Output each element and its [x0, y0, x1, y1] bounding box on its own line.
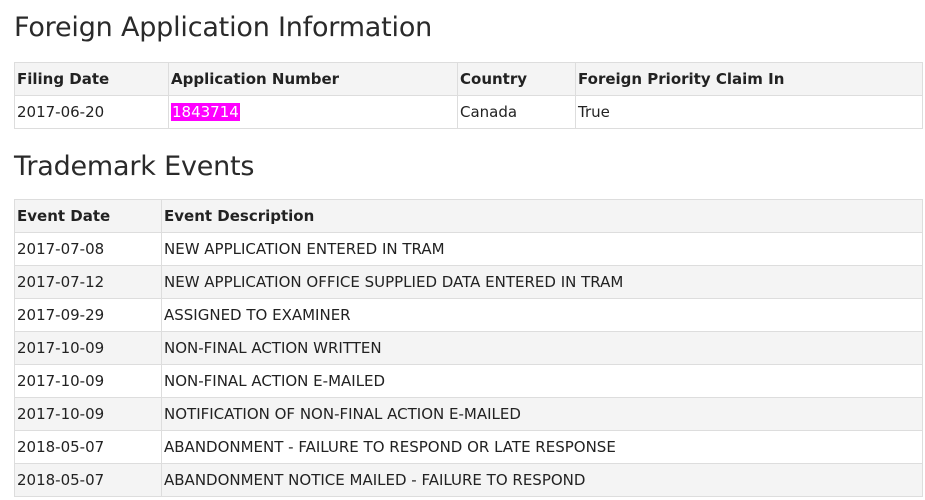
header-foreign-priority-claim: Foreign Priority Claim In [575, 62, 923, 96]
event-row: 2017-10-09 NON-FINAL ACTION WRITTEN [14, 331, 923, 365]
priority-claim-cell: True [575, 95, 923, 129]
event-row: 2017-07-08 NEW APPLICATION ENTERED IN TR… [14, 232, 923, 266]
event-row: 2017-07-12 NEW APPLICATION OFFICE SUPPLI… [14, 265, 923, 299]
header-country: Country [457, 62, 576, 96]
event-row: 2018-05-07 ABANDONMENT - FAILURE TO RESP… [14, 430, 923, 464]
foreign-table-header-row: Filing Date Application Number Country F… [14, 62, 923, 96]
highlighted-application-number: 1843714 [171, 103, 240, 121]
event-date-cell: 2018-05-07 [14, 463, 162, 497]
event-date-cell: 2017-10-09 [14, 331, 162, 365]
event-row: 2017-10-09 NOTIFICATION OF NON-FINAL ACT… [14, 397, 923, 431]
events-table-header-row: Event Date Event Description [14, 199, 923, 233]
event-row: 2017-09-29 ASSIGNED TO EXAMINER [14, 298, 923, 332]
trademark-events-title: Trademark Events [14, 151, 255, 182]
event-description-cell: NEW APPLICATION OFFICE SUPPLIED DATA ENT… [161, 265, 923, 299]
event-description-cell: ABANDONMENT - FAILURE TO RESPOND OR LATE… [161, 430, 923, 464]
header-filing-date: Filing Date [14, 62, 169, 96]
event-date-cell: 2017-10-09 [14, 364, 162, 398]
event-description-cell: NON-FINAL ACTION E-MAILED [161, 364, 923, 398]
event-description-cell: ASSIGNED TO EXAMINER [161, 298, 923, 332]
event-date-cell: 2017-07-08 [14, 232, 162, 266]
filing-date-cell: 2017-06-20 [14, 95, 169, 129]
foreign-table-row: 2017-06-20 1843714 Canada True [14, 95, 923, 129]
application-number-cell: 1843714 [168, 95, 458, 129]
event-description-cell: ABANDONMENT NOTICE MAILED - FAILURE TO R… [161, 463, 923, 497]
header-event-date: Event Date [14, 199, 162, 233]
trademark-events-table: Event Date Event Description 2017-07-08 … [14, 199, 923, 497]
event-description-cell: NON-FINAL ACTION WRITTEN [161, 331, 923, 365]
event-row: 2018-05-07 ABANDONMENT NOTICE MAILED - F… [14, 463, 923, 497]
event-date-cell: 2017-09-29 [14, 298, 162, 332]
event-date-cell: 2017-07-12 [14, 265, 162, 299]
foreign-application-title: Foreign Application Information [14, 12, 433, 43]
event-description-cell: NEW APPLICATION ENTERED IN TRAM [161, 232, 923, 266]
foreign-application-table: Filing Date Application Number Country F… [14, 62, 923, 129]
event-row: 2017-10-09 NON-FINAL ACTION E-MAILED [14, 364, 923, 398]
header-application-number: Application Number [168, 62, 458, 96]
page-content: Foreign Application Information Filing D… [0, 0, 924, 497]
header-event-description: Event Description [161, 199, 923, 233]
country-cell: Canada [457, 95, 576, 129]
event-date-cell: 2017-10-09 [14, 397, 162, 431]
event-date-cell: 2018-05-07 [14, 430, 162, 464]
event-description-cell: NOTIFICATION OF NON-FINAL ACTION E-MAILE… [161, 397, 923, 431]
